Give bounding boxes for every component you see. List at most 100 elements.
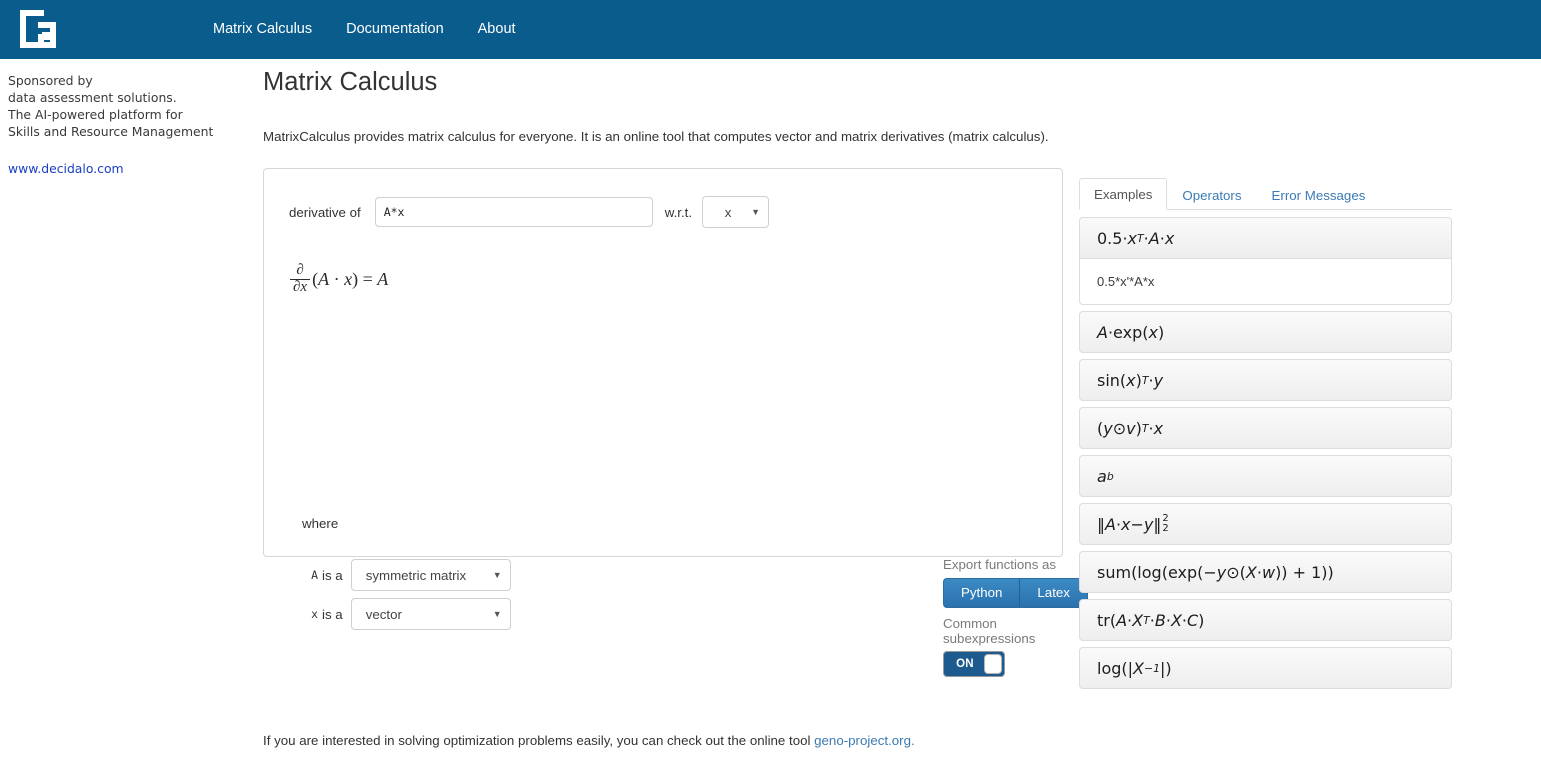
type-select-x-value: vector bbox=[365, 606, 402, 622]
math-token: T bbox=[1137, 231, 1144, 245]
formula-body: (A · x) = A bbox=[312, 269, 388, 290]
math-token: x bbox=[1121, 514, 1131, 534]
example-item[interactable]: sin(x) T · y bbox=[1079, 359, 1452, 401]
math-token: A bbox=[1105, 514, 1116, 534]
tab-examples[interactable]: Examples bbox=[1079, 177, 1168, 210]
math-token: B bbox=[1154, 610, 1166, 630]
math-token: T bbox=[1141, 373, 1149, 387]
footer-geno-link[interactable]: geno-project.org. bbox=[814, 733, 915, 748]
common-subexpressions-toggle[interactable]: ON bbox=[943, 651, 1005, 678]
type-select-a-value: symmetric matrix bbox=[365, 567, 467, 583]
derivative-result-formula: ∂ ∂x (A · x) = A bbox=[290, 262, 388, 296]
math-token: − bbox=[1130, 514, 1144, 534]
example-item[interactable]: A · exp(x) bbox=[1079, 311, 1452, 353]
math-token: A bbox=[1116, 610, 1128, 630]
math-token: |) bbox=[1160, 658, 1172, 678]
chevron-down-icon: ▼ bbox=[492, 609, 502, 619]
export-options: Export functions as Python Latex Common … bbox=[943, 557, 1088, 678]
tab-operators[interactable]: Operators bbox=[1167, 179, 1256, 210]
math-token: x bbox=[1164, 228, 1175, 248]
example-item[interactable]: ab bbox=[1079, 455, 1452, 497]
calculator-panel: derivative of w.r.t. x ▼ ∂ ∂x (A · x) = … bbox=[263, 168, 1088, 678]
math-token: log(| bbox=[1097, 658, 1134, 678]
math-token: −1 bbox=[1144, 661, 1161, 675]
derivative-input-row: derivative of w.r.t. x ▼ bbox=[289, 196, 770, 228]
nav-link-documentation[interactable]: Documentation bbox=[346, 0, 444, 59]
geno-logo-icon[interactable] bbox=[18, 8, 58, 50]
sponsor-website-link[interactable]: www.decidalo.com bbox=[8, 160, 248, 177]
where-declarations: A is a symmetric matrix ▼ x is a vector … bbox=[302, 559, 511, 637]
sponsor-line-1: Sponsored by bbox=[8, 73, 93, 88]
type-select-x[interactable]: vector ▼ bbox=[350, 598, 511, 630]
sponsor-line-3: The AI-powered platform for bbox=[8, 107, 183, 122]
tab-error-messages[interactable]: Error Messages bbox=[1257, 179, 1381, 210]
export-button-group: Python Latex bbox=[943, 578, 1088, 609]
math-token: y bbox=[1153, 370, 1164, 390]
footer-note: If you are interested in solving optimiz… bbox=[263, 733, 915, 748]
top-navigation-bar: Matrix Calculus Documentation About bbox=[0, 0, 1541, 59]
type-select-a[interactable]: symmetric matrix ▼ bbox=[350, 559, 511, 591]
where-row-a: A is a symmetric matrix ▼ bbox=[302, 559, 511, 591]
math-token: X bbox=[1170, 610, 1182, 630]
fraction-denominator: ∂x bbox=[290, 278, 311, 296]
math-token: y bbox=[1143, 514, 1154, 534]
math-token: x bbox=[1148, 322, 1158, 342]
reference-side-panel: Examples Operators Error Messages 0.5 · … bbox=[1079, 174, 1452, 695]
toggle-knob bbox=[984, 654, 1002, 675]
sponsor-line-2: data assessment solutions. bbox=[8, 90, 177, 105]
page-title: Matrix Calculus bbox=[263, 68, 438, 96]
example-item[interactable]: tr(A · XT · B · X · C) bbox=[1079, 599, 1452, 641]
example-item[interactable]: 0.5 · xT · A · x bbox=[1079, 217, 1452, 259]
math-token: ⊙ bbox=[1226, 562, 1240, 582]
math-token: x bbox=[1127, 228, 1138, 248]
math-token: X bbox=[1133, 658, 1144, 678]
formula-rhs: A bbox=[377, 268, 389, 289]
wrt-variable-value: x bbox=[724, 204, 732, 220]
math-token: 0.5 bbox=[1097, 228, 1123, 248]
toggle-state-label: ON bbox=[956, 658, 974, 671]
where-isa-label-x: is a bbox=[322, 606, 343, 622]
export-python-button[interactable]: Python bbox=[943, 578, 1021, 609]
derivative-label: derivative of bbox=[289, 204, 361, 220]
nav-link-matrix-calculus[interactable]: Matrix Calculus bbox=[213, 0, 312, 59]
wrt-variable-select[interactable]: x ▼ bbox=[702, 196, 770, 228]
formula-matrix-a: A bbox=[318, 268, 330, 289]
example-item[interactable]: (y ⊙ v) T · x bbox=[1079, 407, 1452, 449]
example-item[interactable]: sum(log(exp(− y ⊙ (X · w)) + 1)) bbox=[1079, 551, 1452, 593]
math-token: y bbox=[1103, 418, 1113, 438]
math-token: ) bbox=[1157, 322, 1165, 342]
export-functions-label: Export functions as bbox=[943, 557, 1057, 572]
intro-paragraph: MatrixCalculus provides matrix calculus … bbox=[263, 129, 1049, 144]
example-item[interactable]: ‖ A · x − y ‖ 2 2 bbox=[1079, 503, 1452, 545]
example-item[interactable]: log(| X −1 |) bbox=[1079, 647, 1452, 689]
math-token: v bbox=[1126, 418, 1136, 438]
example-expansion[interactable]: 0.5*x'*A*x bbox=[1079, 259, 1452, 305]
math-subsup: 22 bbox=[1162, 512, 1169, 534]
main-nav-links: Matrix Calculus Documentation About bbox=[213, 0, 516, 59]
expression-input[interactable] bbox=[374, 197, 653, 227]
where-isa-label-a: is a bbox=[322, 567, 343, 583]
wrt-label: w.r.t. bbox=[664, 204, 693, 220]
examples-list: 0.5 · xT · A · x 0.5*x'*A*x A · exp(x) sin(… bbox=[1079, 217, 1452, 689]
nav-link-about[interactable]: About bbox=[478, 0, 516, 59]
math-token: T bbox=[1141, 421, 1149, 435]
math-token: w bbox=[1261, 562, 1276, 582]
math-token: sum(log(exp(− bbox=[1097, 562, 1217, 582]
chevron-down-icon: ▼ bbox=[751, 207, 761, 217]
math-token: ‖ bbox=[1153, 514, 1162, 534]
where-variable-x: x bbox=[311, 607, 318, 621]
where-row-x: x is a vector ▼ bbox=[302, 598, 511, 630]
where-variable-a: A bbox=[311, 568, 318, 582]
math-token: y bbox=[1216, 562, 1227, 582]
common-subexpressions-label: Common subexpressions bbox=[943, 616, 1036, 647]
math-token: tr( bbox=[1097, 610, 1117, 630]
where-label: where bbox=[302, 516, 339, 531]
partial-derivative-fraction: ∂ ∂x bbox=[290, 262, 311, 296]
math-token: C bbox=[1187, 610, 1199, 630]
math-token: sin( bbox=[1097, 370, 1127, 390]
math-token: X bbox=[1132, 610, 1144, 630]
math-token: x bbox=[1126, 370, 1136, 390]
export-latex-button[interactable]: Latex bbox=[1020, 578, 1088, 609]
math-token: ) bbox=[1198, 610, 1205, 630]
formula-dot: · bbox=[329, 268, 345, 289]
